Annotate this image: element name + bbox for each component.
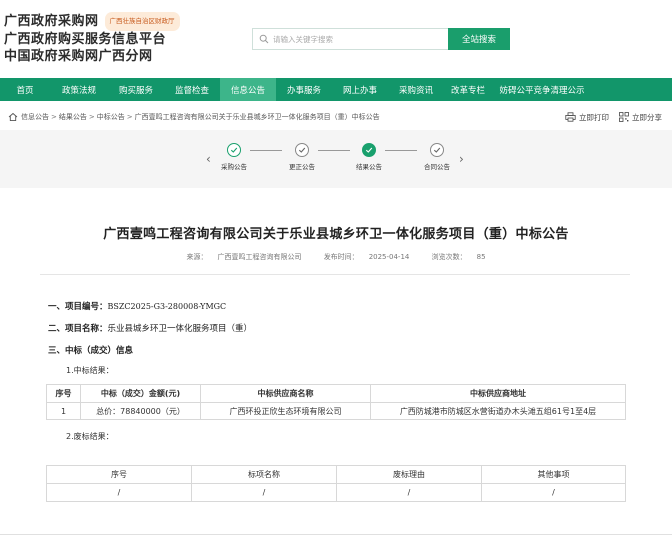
article-title: 广西壹鸣工程咨询有限公司关于乐业县城乡环卫一体化服务项目（重）中标公告 <box>103 227 569 242</box>
nav-item-purchase-services[interactable]: 购买服务 <box>108 78 164 101</box>
step-connector <box>250 150 282 151</box>
site-logo[interactable]: 广西政府采购网 广西壮族自治区财政厅 广西政府购买服务信息平台 中国政府采购网广西… <box>4 12 180 65</box>
table-cell: 广西防城港市防城区水营街道办木头滩五组61号1至4层 <box>370 402 626 420</box>
award-result-label: 1.中标结果： <box>66 366 114 375</box>
step-contract-announcement[interactable]: 合同公告 <box>417 143 457 171</box>
table-cell: / <box>336 483 482 502</box>
check-icon <box>430 143 444 157</box>
table-header-row: 序号 中标（成交）金额(元) 中标供应商名称 中标供应商地址 <box>46 384 626 403</box>
step-connector <box>385 150 417 151</box>
breadcrumb-item-current: 广西壹鸣工程咨询有限公司关于乐业县城乡环卫一体化服务项目（重）中标公告 <box>134 113 380 121</box>
print-label: 立即打印 <box>579 112 609 122</box>
logo-line-2: 广西政府购买服务信息平台 <box>4 32 167 47</box>
meta-views: 浏览次数： 85 <box>431 253 486 261</box>
search-box <box>252 28 448 50</box>
chevron-right-icon[interactable]: › <box>459 152 464 166</box>
table-header-row: 序号 标项名称 废标理由 其他事项 <box>46 465 626 484</box>
search-button[interactable]: 全站搜索 <box>448 28 510 50</box>
table-header: 中标供应商地址 <box>370 384 626 403</box>
chevron-left-icon[interactable]: ‹ <box>206 152 211 166</box>
breadcrumb-separator: > <box>88 113 95 121</box>
breadcrumb-item-announcements[interactable]: 信息公告 <box>21 112 49 122</box>
share-button[interactable]: 立即分享 <box>619 112 662 123</box>
breadcrumb-item-results[interactable]: 结果公告 <box>59 112 87 122</box>
step-connector <box>318 150 350 151</box>
award-table: 序号 中标（成交）金额(元) 中标供应商名称 中标供应商地址 1 总价：7884… <box>46 384 626 420</box>
meta-source: 来源： 广西壹鸣工程咨询有限公司 <box>186 253 302 261</box>
table-header: 废标理由 <box>336 465 482 484</box>
table-cell: / <box>481 483 626 502</box>
table-header: 其他事项 <box>481 465 626 484</box>
print-button[interactable]: 立即打印 <box>565 112 609 123</box>
step-label: 合同公告 <box>424 163 450 171</box>
table-cell: 广西环投正欣生态环境有限公司 <box>200 402 371 420</box>
failed-bid-table: 序号 标项名称 废标理由 其他事项 / / / / <box>46 465 626 502</box>
search-icon <box>259 34 269 44</box>
divider <box>40 274 630 275</box>
logo-line-3: 中国政府采购网广西分网 <box>4 49 153 64</box>
nav-item-reform[interactable]: 改革专栏 <box>444 78 492 101</box>
nav-item-online[interactable]: 网上办事 <box>332 78 388 101</box>
failed-bid-label: 2.废标结果： <box>66 432 114 441</box>
step-label: 结果公告 <box>356 163 382 171</box>
table-cell: / <box>46 483 192 502</box>
meta-date: 发布时间： 2025-04-14 <box>323 253 410 261</box>
printer-icon <box>565 112 576 122</box>
step-label: 更正公告 <box>289 163 315 171</box>
table-row: / / / / <box>46 483 626 502</box>
main-nav: 首页 政策法规 购买服务 监督检查 信息公告 办事服务 网上办事 采购资讯 改革… <box>0 78 672 101</box>
table-cell: 总价：78840000（元） <box>80 402 201 420</box>
step-purchase-announcement[interactable]: 采购公告 <box>214 143 254 171</box>
table-header: 中标（成交）金额(元) <box>80 384 201 403</box>
breadcrumb-item-award[interactable]: 中标公告 <box>97 112 125 122</box>
department-badge: 广西壮族自治区财政厅 <box>104 12 180 31</box>
qr-code-icon <box>619 112 629 122</box>
table-cell: / <box>191 483 337 502</box>
table-header: 序号 <box>46 465 192 484</box>
step-correction-announcement[interactable]: 更正公告 <box>282 143 322 171</box>
nav-item-news[interactable]: 采购资讯 <box>388 78 444 101</box>
step-result-announcement[interactable]: 结果公告 <box>349 143 389 171</box>
bottom-divider <box>0 534 672 535</box>
nav-item-supervision[interactable]: 监督检查 <box>164 78 220 101</box>
page-tools: 立即打印 立即分享 <box>555 108 662 126</box>
nav-item-home[interactable]: 首页 <box>0 78 50 101</box>
logo-line-1: 广西政府采购网 广西壮族自治区财政厅 <box>4 12 180 31</box>
check-icon <box>362 143 376 157</box>
project-name: 二、项目名称：乐业县城乡环卫一体化服务项目（重） <box>48 324 253 334</box>
check-icon <box>295 143 309 157</box>
check-icon <box>227 143 241 157</box>
award-info-heading: 三、中标（成交）信息 <box>48 346 134 356</box>
nav-item-announcements[interactable]: 信息公告 <box>220 78 276 101</box>
breadcrumb-separator: > <box>51 113 57 121</box>
breadcrumb-separator: > <box>126 113 133 121</box>
table-header: 序号 <box>46 384 81 403</box>
nav-item-policy[interactable]: 政策法规 <box>50 78 108 101</box>
table-row: 1 总价：78840000（元） 广西环投正欣生态环境有限公司 广西防城港市防城… <box>46 402 626 420</box>
site-search: 全站搜索 <box>252 28 510 50</box>
project-number: 一、项目编号：BSZC2025-G3-280008-YMGC <box>48 302 227 312</box>
table-cell: 1 <box>46 402 81 420</box>
share-label: 立即分享 <box>632 112 662 122</box>
step-label: 采购公告 <box>221 163 247 171</box>
table-header: 标项名称 <box>191 465 337 484</box>
announcement-steps: ‹ 采购公告 更正公告 结果公告 合同公告 › <box>0 130 672 188</box>
home-icon[interactable] <box>8 112 18 122</box>
article-meta: 来源： 广西壹鸣工程咨询有限公司 发布时间： 2025-04-14 浏览次数： 85 <box>0 252 672 262</box>
table-header: 中标供应商名称 <box>200 384 371 403</box>
nav-item-services[interactable]: 办事服务 <box>276 78 332 101</box>
search-input[interactable] <box>273 34 443 44</box>
nav-item-fair-competition[interactable]: 妨碍公平竞争清理公示 <box>492 78 592 101</box>
site-header: 广西政府采购网 广西壮族自治区财政厅 广西政府购买服务信息平台 中国政府采购网广西… <box>0 0 672 76</box>
breadcrumb: 信息公告 > 结果公告 > 中标公告 > 广西壹鸣工程咨询有限公司关于乐业县城乡… <box>8 108 380 126</box>
